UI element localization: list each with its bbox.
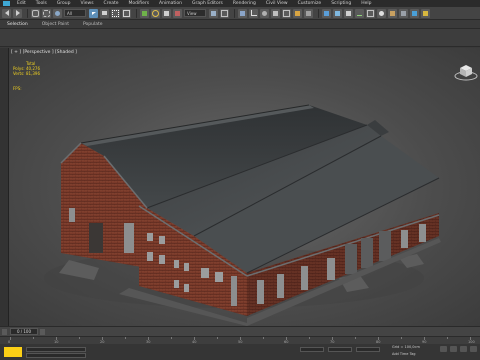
app-logo-icon[interactable] (0, 0, 12, 7)
toolbar-separator (234, 8, 235, 18)
fps-label: FPS: (13, 86, 22, 91)
ribbon-tab-selection[interactable]: Selection (0, 22, 35, 27)
layer-explorer-icon[interactable] (333, 8, 342, 18)
menu-item-scripting[interactable]: Scripting (326, 1, 356, 6)
next-frame-icon[interactable] (40, 329, 45, 335)
percent-snap-icon[interactable] (260, 8, 269, 18)
timeline-tick (217, 337, 218, 339)
undo-icon[interactable] (2, 8, 11, 18)
timeline-tick (125, 337, 126, 339)
timeline-tick (79, 337, 80, 339)
main-toolbar: All View (0, 7, 480, 20)
perspective-viewport[interactable]: [ + ] [Perspective ] [Shaded ] Total Pol… (8, 48, 480, 326)
select-by-name-icon[interactable] (100, 8, 109, 18)
ribbon-tab-populate[interactable]: Populate (76, 22, 110, 27)
render-setup-icon[interactable] (388, 8, 397, 18)
unlink-icon[interactable] (42, 8, 51, 18)
viewcube-icon[interactable] (454, 62, 478, 82)
rectangle-selection-icon[interactable] (111, 8, 120, 18)
menu-item-edit[interactable]: Edit (12, 1, 31, 6)
move-icon[interactable] (140, 8, 149, 18)
play-icon[interactable] (460, 346, 467, 352)
timeline-tick (447, 337, 448, 339)
maxscript-mini-listener[interactable] (26, 347, 86, 352)
link-icon[interactable] (31, 8, 40, 18)
status-bar: Grid = 100,0cm Add Time Tag (0, 344, 480, 360)
ribbon-tab-object-paint[interactable]: Object Paint (35, 22, 76, 27)
menu-item-help[interactable]: Help (356, 1, 376, 6)
menu-item-civil-view[interactable]: Civil View (261, 1, 293, 6)
x-coordinate-field[interactable] (300, 347, 324, 352)
menu-item-views[interactable]: Views (76, 1, 99, 6)
schematic-view-icon[interactable] (366, 8, 375, 18)
rendered-frame-window-icon[interactable] (399, 8, 408, 18)
select-object-icon[interactable] (89, 8, 98, 18)
ribbon-tabs: Selection Object Paint Populate (0, 20, 480, 29)
auto-key-button[interactable] (440, 346, 447, 352)
menu-item-graph-editors[interactable]: Graph Editors (187, 1, 228, 6)
bind-space-warp-icon[interactable] (53, 8, 62, 18)
toolbar-separator (318, 8, 319, 18)
time-slider[interactable]: 0 / 100 (10, 328, 38, 335)
set-key-button[interactable] (450, 346, 457, 352)
angle-snap-icon[interactable] (249, 8, 258, 18)
timeline-tick (309, 337, 310, 339)
timeline-tick (355, 337, 356, 339)
toolbar-separator (27, 8, 28, 18)
stats-row-verts: Verts:81,396 (13, 71, 40, 77)
grid-size-readout: Grid = 100,0cm (392, 345, 420, 349)
z-coordinate-field[interactable] (356, 347, 380, 352)
redo-icon[interactable] (13, 8, 22, 18)
timeline-tick (171, 337, 172, 339)
reference-coordinate-dropdown[interactable]: View (184, 9, 206, 17)
window-crossing-icon[interactable] (122, 8, 131, 18)
render-iterative-icon[interactable] (421, 8, 430, 18)
render-production-icon[interactable] (410, 8, 419, 18)
named-selection-icon[interactable] (282, 8, 291, 18)
menu-item-animation[interactable]: Animation (154, 1, 187, 6)
ribbon-panel (0, 29, 480, 47)
menu-item-group[interactable]: Group (52, 1, 76, 6)
y-coordinate-field[interactable] (328, 347, 352, 352)
timeline-tick (401, 337, 402, 339)
rotate-icon[interactable] (151, 8, 160, 18)
curve-editor-icon[interactable] (355, 8, 364, 18)
menu-item-tools[interactable]: Tools (31, 1, 52, 6)
placement-icon[interactable] (173, 8, 182, 18)
ribbon-toggle-icon[interactable] (344, 8, 353, 18)
manipulate-icon[interactable] (220, 8, 229, 18)
mirror-icon[interactable] (293, 8, 302, 18)
spinner-snap-icon[interactable] (271, 8, 280, 18)
menu-item-create[interactable]: Create (99, 1, 124, 6)
align-icon[interactable] (304, 8, 313, 18)
menu-item-rendering[interactable]: Rendering (228, 1, 261, 6)
snap-toggle-icon[interactable] (238, 8, 247, 18)
add-time-tag[interactable]: Add Time Tag (392, 352, 416, 356)
scene-render (44, 104, 441, 326)
viewport-label[interactable]: [ + ] [Perspective ] [Shaded ] (11, 50, 77, 55)
viewport-statistics: Total Polys:40,276 Verts:81,396 (13, 61, 40, 77)
max-script-listener-icon[interactable] (4, 347, 22, 357)
scale-icon[interactable] (162, 8, 171, 18)
selection-filter-dropdown[interactable]: All (64, 9, 86, 17)
menu-bar: Edit Tools Group Views Create Modifiers Animat… (0, 0, 480, 7)
menu-item-modifiers[interactable]: Modifiers (124, 1, 155, 6)
material-editor-icon[interactable] (377, 8, 386, 18)
maxscript-output (26, 353, 86, 358)
timeline-tick (263, 337, 264, 339)
viewport-left-strip (0, 48, 8, 326)
prev-frame-icon[interactable] (2, 329, 7, 335)
pivot-point-icon[interactable] (209, 8, 218, 18)
toolbar-separator (136, 8, 137, 18)
timeline-tick (33, 337, 34, 339)
time-config-icon[interactable] (470, 346, 477, 352)
menu-item-customize[interactable]: Customize (293, 1, 327, 6)
scene-explorer-icon[interactable] (322, 8, 331, 18)
